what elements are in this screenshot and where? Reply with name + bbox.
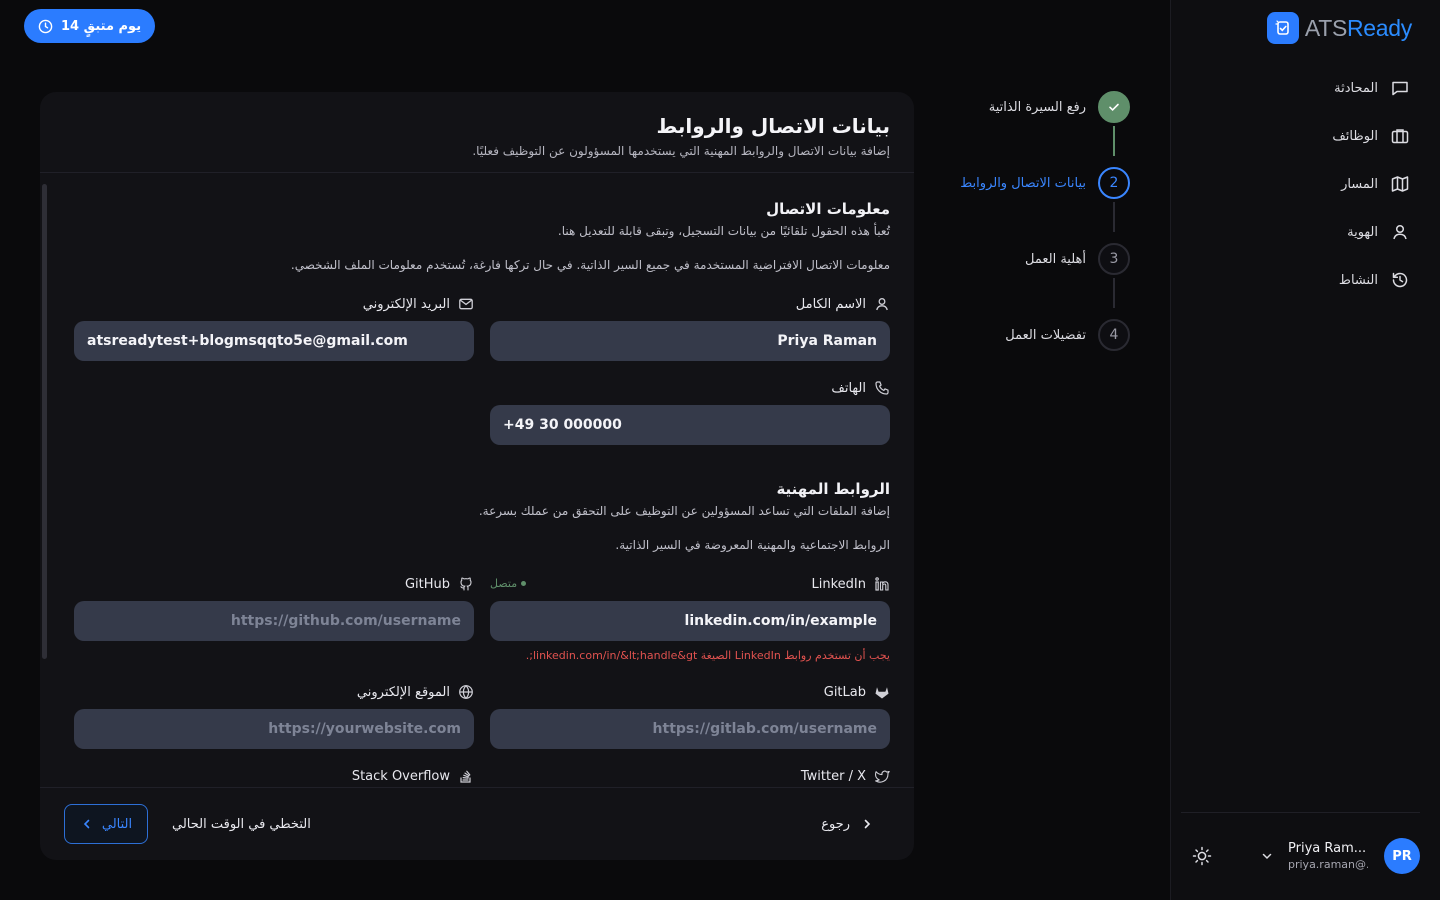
trial-label: 14 يوم متبقٍ [61, 18, 142, 34]
email-input[interactable] [74, 321, 474, 361]
linkedin-connected-status: متصل [490, 577, 527, 590]
skip-button[interactable]: التخطي في الوقت الحالي [172, 804, 311, 844]
user-email: priya.raman@... [1288, 858, 1368, 871]
github-label: GitHub [405, 576, 474, 592]
scrollbar[interactable] [42, 184, 47, 659]
next-button[interactable]: التالي [64, 804, 148, 844]
card-title: بيانات الاتصال والروابط [656, 114, 890, 138]
user-icon [1393, 224, 1407, 240]
links-note: الروابط الاجتماعية والمهنية المعروضة في … [615, 538, 890, 552]
contact-note: معلومات الاتصال الافتراضية المستخدمة في … [290, 258, 890, 272]
logo-icon [1266, 12, 1299, 44]
links-title: الروابط المهنية [776, 480, 890, 498]
stackoverflow-icon [460, 770, 471, 783]
onboarding-stepper: رفع السيرة الذاتية 2 بيانات الاتصال والر… [940, 90, 1140, 360]
briefcase-icon [1391, 129, 1409, 144]
sidebar-item-activity[interactable]: النشاط [1180, 256, 1410, 304]
clock-icon [38, 19, 53, 33]
brand[interactable]: ATSReady [1266, 12, 1412, 44]
sidebar-item-jobs[interactable]: الوظائف [1180, 112, 1410, 160]
contact-section: معلومات الاتصال تُعبأ هذه الحقول تلقائيً… [74, 200, 890, 272]
contact-links-card: بيانات الاتصال والروابط إضافة بيانات الا… [40, 92, 914, 860]
sidebar: ATSReady المحادثة الوظائف المسار الهوية … [1170, 0, 1440, 900]
links-subtitle: إضافة الملفات التي تساعد المسؤولين عن ال… [478, 504, 890, 518]
phone-input[interactable] [490, 405, 890, 445]
trial-badge[interactable]: 14 يوم متبقٍ [24, 9, 156, 43]
sidebar-item-path[interactable]: المسار [1180, 160, 1410, 208]
linkedin-error: يجب أن تستخدم روابط LinkedIn الصيغة link… [525, 649, 890, 662]
full-name-input[interactable] [490, 321, 890, 361]
brand-ready: Ready [1347, 14, 1412, 41]
step-connector [1113, 278, 1115, 308]
step-connector [1113, 202, 1115, 232]
chevron-left-icon [83, 819, 90, 829]
chevron-right-icon [864, 819, 871, 829]
step-label: أهلية العمل [1024, 251, 1086, 267]
stackoverflow-label: Stack Overflow [352, 768, 474, 784]
user-icon [876, 298, 888, 311]
chat-icon [1392, 81, 1408, 96]
linkedin-input[interactable] [490, 601, 890, 641]
gitlab-icon [875, 687, 889, 699]
step-label: بيانات الاتصال والروابط [960, 175, 1086, 191]
linkedin-icon [875, 577, 889, 591]
email-label: البريد الإلكتروني [363, 296, 474, 312]
links-section: الروابط المهنية إضافة الملفات التي تساعد… [74, 480, 890, 552]
globe-icon [459, 684, 473, 700]
chevron-down-icon [1262, 853, 1272, 860]
step-number: 2 [1098, 167, 1130, 199]
website-input[interactable] [74, 709, 474, 749]
back-button[interactable]: رجوع [821, 804, 874, 844]
sidebar-divider [1181, 812, 1420, 813]
user-info: Priya Ram... priya.raman@... [1288, 841, 1368, 871]
linkedin-label: LinkedIn [812, 576, 890, 592]
step-label: رفع السيرة الذاتية [988, 99, 1086, 115]
map-icon [1391, 176, 1409, 192]
sun-icon[interactable] [1191, 845, 1213, 867]
form-scroll-area[interactable]: معلومات الاتصال تُعبأ هذه الحقول تلقائيً… [40, 174, 914, 787]
gitlab-input[interactable] [490, 709, 890, 749]
sidebar-nav: المحادثة الوظائف المسار الهوية النشاط [1180, 64, 1410, 304]
contact-title: معلومات الاتصال [766, 200, 890, 218]
twitter-icon [875, 770, 890, 783]
card-subtitle: إضافة بيانات الاتصال والروابط المهنية ال… [472, 144, 890, 158]
website-label: الموقع الإلكتروني [357, 684, 474, 700]
step-work-eligibility[interactable]: 3 أهلية العمل [1025, 243, 1130, 275]
step-label: تفضيلات العمل [1005, 327, 1086, 343]
sidebar-item-chat[interactable]: المحادثة [1180, 64, 1410, 112]
mail-icon [459, 298, 473, 310]
brand-ats: ATS [1304, 14, 1347, 41]
step-contact-links[interactable]: 2 بيانات الاتصال والروابط [960, 167, 1130, 199]
card-header: بيانات الاتصال والروابط إضافة بيانات الا… [40, 92, 914, 173]
avatar: PR [1384, 838, 1420, 874]
status-dot [521, 581, 527, 586]
user-name: Priya Ram... [1288, 841, 1367, 856]
phone-label: الهاتف [831, 380, 890, 396]
phone-icon [875, 381, 889, 395]
step-connector [1113, 126, 1115, 156]
user-menu[interactable]: PR Priya Ram... priya.raman@... [1190, 836, 1420, 876]
github-input[interactable] [74, 601, 474, 641]
full-name-label: الاسم الكامل [796, 296, 890, 312]
contact-subtitle: تُعبأ هذه الحقول تلقائيًا من بيانات التس… [557, 224, 890, 238]
twitter-label: Twitter / X [801, 768, 890, 784]
history-icon [1392, 272, 1408, 288]
step-check-icon [1098, 91, 1130, 123]
sidebar-item-identity[interactable]: الهوية [1180, 208, 1410, 256]
gitlab-label: GitLab [824, 684, 890, 700]
step-upload-resume[interactable]: رفع السيرة الذاتية [989, 91, 1130, 123]
card-footer: التالي التخطي في الوقت الحالي رجوع [40, 787, 914, 860]
step-number: 3 [1098, 243, 1130, 275]
step-number: 4 [1098, 319, 1130, 351]
github-icon [460, 577, 472, 591]
step-work-preferences[interactable]: 4 تفضيلات العمل [1005, 319, 1130, 351]
